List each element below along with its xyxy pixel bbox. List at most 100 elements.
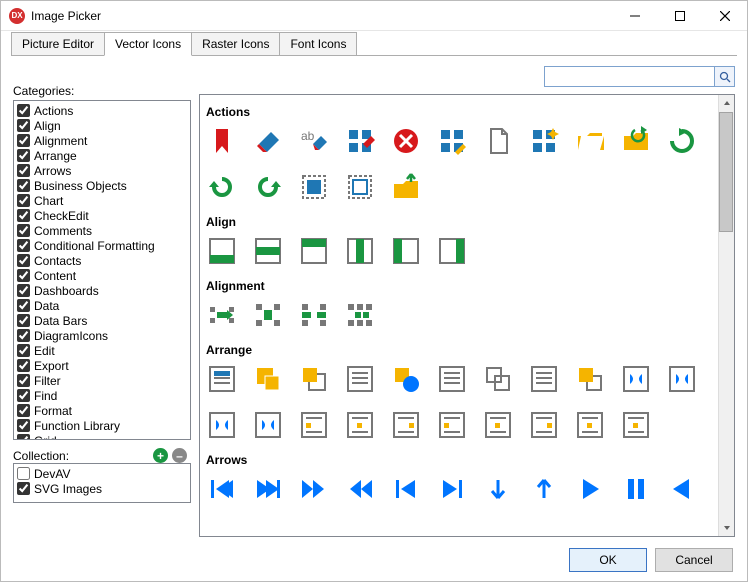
align-center-v-icon[interactable] bbox=[344, 235, 376, 267]
category-checkbox[interactable] bbox=[17, 299, 30, 312]
category-checkbox[interactable] bbox=[17, 224, 30, 237]
butterfly-a-icon[interactable] bbox=[620, 363, 652, 395]
category-item[interactable]: Alignment bbox=[16, 133, 188, 148]
scroll-up-button[interactable] bbox=[719, 95, 735, 111]
tab-raster-icons[interactable]: Raster Icons bbox=[191, 32, 280, 55]
tab-picture-editor[interactable]: Picture Editor bbox=[11, 32, 105, 55]
category-item[interactable]: Grid bbox=[16, 433, 188, 440]
rotate-ccw-icon[interactable] bbox=[206, 171, 238, 203]
text-first-icon[interactable] bbox=[206, 363, 238, 395]
category-item[interactable]: Arrows bbox=[16, 163, 188, 178]
category-checkbox[interactable] bbox=[17, 239, 30, 252]
category-checkbox[interactable] bbox=[17, 134, 30, 147]
scroll-down-button[interactable] bbox=[719, 520, 735, 536]
category-item[interactable]: Dashboards bbox=[16, 283, 188, 298]
add-collection-button[interactable]: + bbox=[153, 448, 168, 463]
text-box-b-icon[interactable] bbox=[344, 409, 376, 441]
category-checkbox[interactable] bbox=[17, 419, 30, 432]
eraser-ab-icon[interactable]: ab bbox=[298, 125, 330, 157]
category-item[interactable]: Actions bbox=[16, 103, 188, 118]
align-top-icon[interactable] bbox=[298, 235, 330, 267]
draw-grid-icon[interactable] bbox=[436, 125, 468, 157]
butterfly-b-icon[interactable] bbox=[666, 363, 698, 395]
close-button[interactable] bbox=[702, 1, 747, 30]
align-block-split-icon[interactable] bbox=[298, 299, 330, 331]
stack-gray-icon[interactable] bbox=[482, 363, 514, 395]
category-checkbox[interactable] bbox=[17, 359, 30, 372]
collection-checkbox[interactable] bbox=[17, 467, 30, 480]
text-box-d-icon[interactable] bbox=[436, 409, 468, 441]
category-checkbox[interactable] bbox=[17, 269, 30, 282]
butterfly-d-icon[interactable] bbox=[252, 409, 284, 441]
align-middle-icon[interactable] bbox=[252, 235, 284, 267]
category-item[interactable]: Conditional Formatting bbox=[16, 238, 188, 253]
scroll-thumb[interactable] bbox=[719, 112, 733, 232]
align-left-icon[interactable] bbox=[390, 235, 422, 267]
refresh-icon[interactable] bbox=[666, 125, 698, 157]
blank-page-icon[interactable] bbox=[482, 125, 514, 157]
category-item[interactable]: Content bbox=[16, 268, 188, 283]
align-block-grid-icon[interactable] bbox=[344, 299, 376, 331]
category-item[interactable]: Function Library bbox=[16, 418, 188, 433]
align-arrow-right-icon[interactable] bbox=[206, 299, 238, 331]
category-checkbox[interactable] bbox=[17, 179, 30, 192]
align-block-center-icon[interactable] bbox=[252, 299, 284, 331]
category-item[interactable]: Chart bbox=[16, 193, 188, 208]
text-lines-c-icon[interactable] bbox=[528, 363, 560, 395]
category-checkbox[interactable] bbox=[17, 209, 30, 222]
selection-dashed-icon[interactable] bbox=[344, 171, 376, 203]
category-item[interactable]: Arrange bbox=[16, 148, 188, 163]
category-item[interactable]: Find bbox=[16, 388, 188, 403]
text-box-g-icon[interactable] bbox=[574, 409, 606, 441]
category-checkbox[interactable] bbox=[17, 119, 30, 132]
category-item[interactable]: Filter bbox=[16, 373, 188, 388]
play-icon[interactable] bbox=[574, 473, 606, 505]
text-lines-a-icon[interactable] bbox=[344, 363, 376, 395]
fast-forward-icon[interactable] bbox=[298, 473, 330, 505]
text-box-c-icon[interactable] bbox=[390, 409, 422, 441]
circle-yel-blu-icon[interactable] bbox=[390, 363, 422, 395]
skip-next-icon[interactable] bbox=[252, 473, 284, 505]
collection-item[interactable]: DevAV bbox=[16, 466, 188, 481]
search-input[interactable] bbox=[544, 66, 714, 87]
category-checkbox[interactable] bbox=[17, 164, 30, 177]
category-item[interactable]: Align bbox=[16, 118, 188, 133]
category-checkbox[interactable] bbox=[17, 434, 30, 440]
minimize-button[interactable] bbox=[612, 1, 657, 30]
new-grid-icon[interactable] bbox=[528, 125, 560, 157]
category-checkbox[interactable] bbox=[17, 254, 30, 267]
collection-checkbox[interactable] bbox=[17, 482, 30, 495]
remove-collection-button[interactable]: – bbox=[172, 448, 187, 463]
category-checkbox[interactable] bbox=[17, 194, 30, 207]
category-checkbox[interactable] bbox=[17, 104, 30, 117]
text-box-h-icon[interactable] bbox=[620, 409, 652, 441]
category-item[interactable]: Format bbox=[16, 403, 188, 418]
category-checkbox[interactable] bbox=[17, 149, 30, 162]
ok-button[interactable]: OK bbox=[569, 548, 647, 572]
arrow-up-icon[interactable] bbox=[528, 473, 560, 505]
rotate-cw-icon[interactable] bbox=[252, 171, 284, 203]
category-item[interactable]: Edit bbox=[16, 343, 188, 358]
vertical-scrollbar[interactable] bbox=[718, 95, 734, 536]
category-checkbox[interactable] bbox=[17, 374, 30, 387]
color-grid-icon[interactable] bbox=[344, 125, 376, 157]
icon-scroll-area[interactable]: ActionsabAlignAlignmentArrangeArrows bbox=[200, 95, 718, 536]
align-right-icon[interactable] bbox=[436, 235, 468, 267]
align-bottom-icon[interactable] bbox=[206, 235, 238, 267]
category-checkbox[interactable] bbox=[17, 404, 30, 417]
folder-refresh-icon[interactable] bbox=[620, 125, 652, 157]
text-lines-b-icon[interactable] bbox=[436, 363, 468, 395]
butterfly-c-icon[interactable] bbox=[206, 409, 238, 441]
next-track-icon[interactable] bbox=[436, 473, 468, 505]
category-item[interactable]: Business Objects bbox=[16, 178, 188, 193]
selection-solid-icon[interactable] bbox=[298, 171, 330, 203]
eraser-icon[interactable] bbox=[252, 125, 284, 157]
category-checkbox[interactable] bbox=[17, 284, 30, 297]
category-checkbox[interactable] bbox=[17, 389, 30, 402]
folder-open-icon[interactable] bbox=[574, 125, 606, 157]
category-item[interactable]: Contacts bbox=[16, 253, 188, 268]
category-item[interactable]: Data bbox=[16, 298, 188, 313]
tab-vector-icons[interactable]: Vector Icons bbox=[104, 32, 192, 56]
text-box-f-icon[interactable] bbox=[528, 409, 560, 441]
folder-up-icon[interactable] bbox=[390, 171, 422, 203]
